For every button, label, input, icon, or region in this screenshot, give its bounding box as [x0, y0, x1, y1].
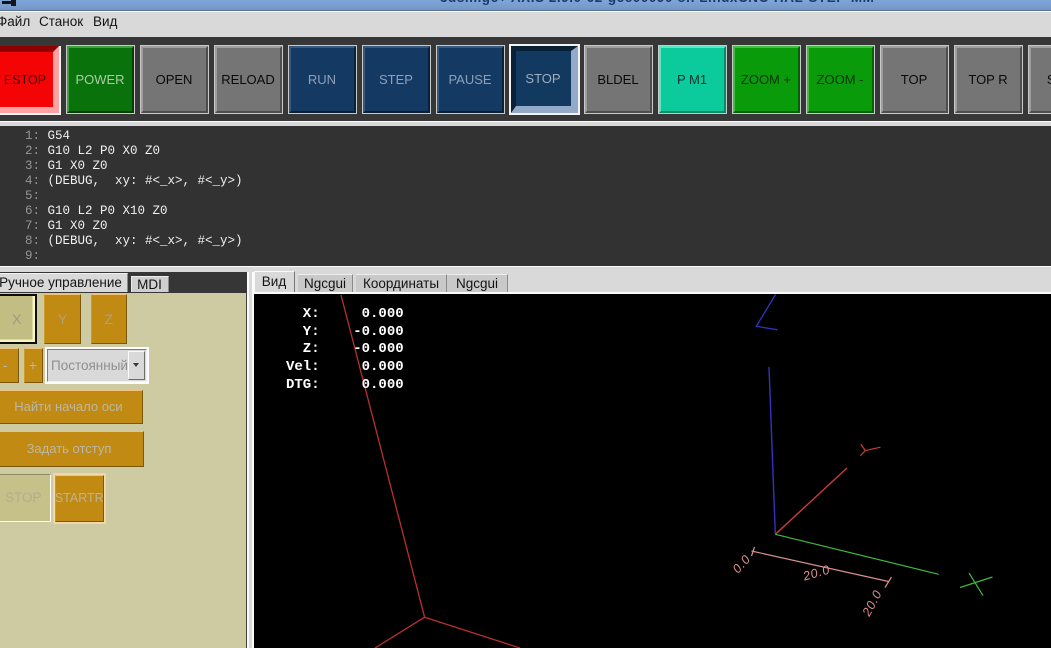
- svg-text:20.0: 20.0: [800, 562, 831, 583]
- svg-text:20.0: 20.0: [859, 588, 885, 620]
- svg-text:0.0: 0.0: [730, 552, 754, 576]
